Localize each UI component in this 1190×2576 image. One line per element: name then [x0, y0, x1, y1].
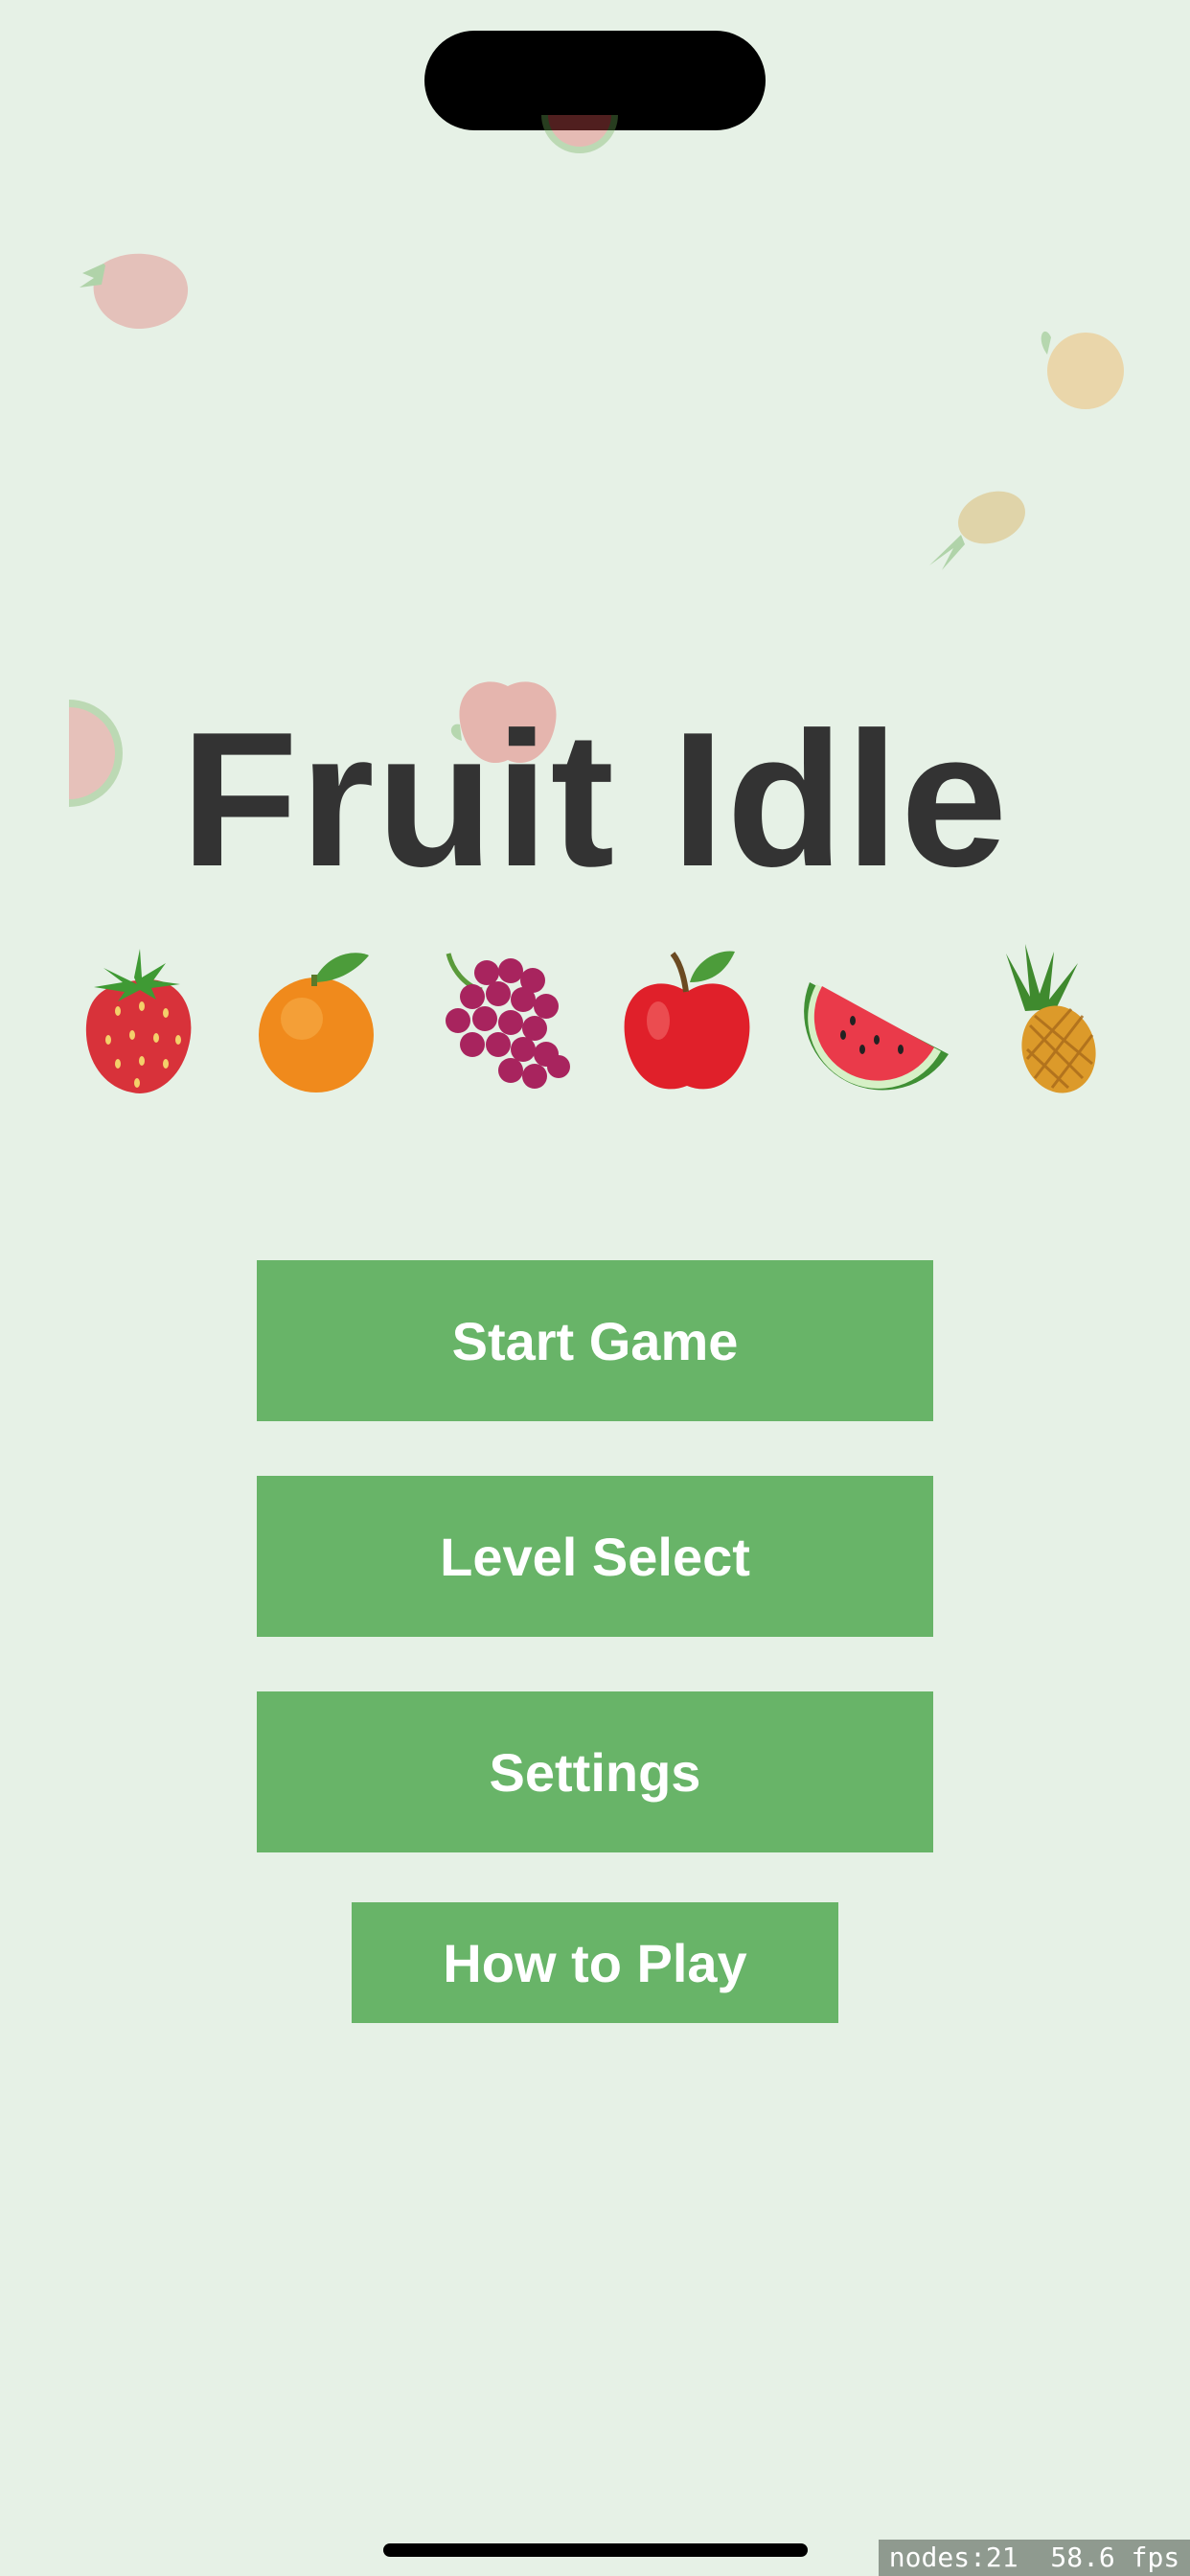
game-title: Fruit Idle — [180, 693, 1010, 907]
how-to-play-button[interactable]: How to Play — [352, 1902, 838, 2023]
how-to-play-label: How to Play — [443, 1932, 747, 1993]
pineapple-icon — [929, 491, 1025, 570]
settings-label: Settings — [489, 1741, 701, 1803]
settings-button[interactable]: Settings — [257, 1691, 933, 1852]
debug-stats: nodes:21 58.6 fps — [879, 2540, 1190, 2576]
grapes-icon — [446, 953, 570, 1089]
strawberry-icon — [85, 949, 192, 1093]
start-game-label: Start Game — [451, 1310, 739, 1371]
apple-icon — [624, 951, 750, 1090]
orange-icon — [259, 953, 374, 1092]
watermelon-icon — [804, 982, 949, 1091]
start-game-button[interactable]: Start Game — [257, 1260, 933, 1421]
pineapple-icon — [1006, 944, 1096, 1093]
watermelon-icon — [541, 115, 618, 153]
home-indicator[interactable] — [383, 2543, 808, 2557]
orange-icon — [1041, 331, 1124, 409]
level-select-label: Level Select — [440, 1526, 750, 1587]
strawberry-icon — [80, 253, 189, 330]
level-select-button[interactable]: Level Select — [257, 1476, 933, 1637]
